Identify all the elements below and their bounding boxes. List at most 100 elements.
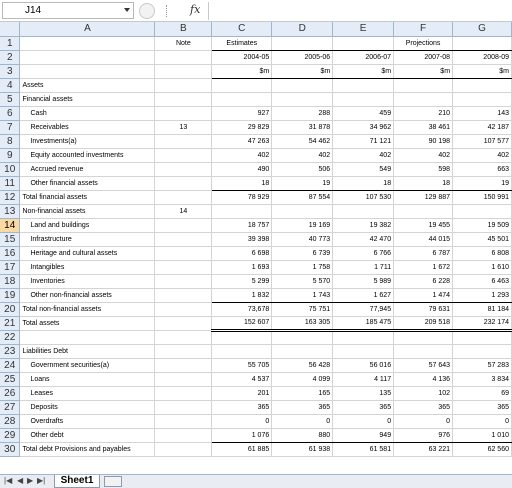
cell-b[interactable] [154, 442, 213, 457]
cell-e[interactable] [332, 78, 395, 93]
cell-g[interactable] [452, 36, 512, 51]
cell-c[interactable]: 47 263 [211, 134, 273, 149]
cell-d[interactable]: 165 [271, 386, 334, 401]
name-box[interactable]: J14 [2, 2, 134, 19]
cell-e[interactable]: 6 766 [332, 246, 395, 261]
cell-b[interactable] [154, 274, 213, 289]
cell-f[interactable]: 102 [393, 386, 454, 401]
cell-c[interactable]: 61 885 [211, 442, 273, 457]
cell-c[interactable] [211, 78, 273, 93]
cell-f[interactable]: 79 631 [393, 302, 454, 317]
cell-f[interactable] [393, 330, 454, 345]
row-header[interactable]: 21 [0, 316, 21, 331]
cell-f[interactable]: 90 198 [393, 134, 454, 149]
cell-c[interactable] [211, 92, 273, 107]
cell-f[interactable]: 6 228 [393, 274, 454, 289]
cell-g[interactable]: 45 501 [452, 232, 512, 247]
cell-a[interactable]: Assets [19, 78, 156, 93]
cell-c[interactable]: 1 693 [211, 260, 273, 275]
cell-f[interactable]: 57 643 [393, 358, 454, 373]
cell-d[interactable]: 402 [271, 148, 334, 163]
cell-b[interactable] [154, 330, 213, 345]
row-header[interactable]: 9 [0, 148, 21, 163]
cell-b[interactable] [154, 400, 213, 415]
row-header[interactable]: 5 [0, 92, 21, 107]
cell-d[interactable]: 880 [271, 428, 334, 443]
cell-e[interactable] [332, 92, 395, 107]
cell-g[interactable] [452, 92, 512, 107]
cell-e[interactable]: 61 581 [332, 442, 395, 457]
cell-c[interactable]: 39 398 [211, 232, 273, 247]
row-header[interactable]: 15 [0, 232, 21, 247]
row-header[interactable]: 6 [0, 106, 21, 121]
cell-g[interactable]: $m [452, 64, 512, 79]
cell-d[interactable]: 54 462 [271, 134, 334, 149]
cell-c[interactable]: 73,678 [211, 302, 273, 317]
cell-b[interactable] [154, 64, 213, 79]
cell-a[interactable]: Other non-financial assets [19, 288, 156, 303]
cell-d[interactable]: 5 570 [271, 274, 334, 289]
cell-f[interactable]: 38 461 [393, 120, 454, 135]
cell-f[interactable]: 1 672 [393, 260, 454, 275]
cell-g[interactable]: 663 [452, 162, 512, 177]
cell-e[interactable]: 135 [332, 386, 395, 401]
cell-a[interactable] [19, 50, 156, 65]
column-header[interactable]: D [271, 22, 334, 37]
cell-g[interactable]: 6 808 [452, 246, 512, 261]
prev-sheet-icon[interactable]: ◀ [17, 476, 23, 485]
cell-e[interactable]: 4 117 [332, 372, 395, 387]
cell-a[interactable]: Equity accounted investments [19, 148, 156, 163]
cell-d[interactable]: 163 305 [271, 316, 334, 332]
cell-f[interactable]: 210 [393, 106, 454, 121]
cell-c[interactable]: 78 929 [211, 190, 273, 205]
cell-b[interactable] [154, 78, 213, 93]
cell-c[interactable] [211, 204, 273, 219]
cell-f[interactable]: Projections [393, 36, 454, 51]
cell-g[interactable] [452, 344, 512, 359]
cell-g[interactable]: 57 283 [452, 358, 512, 373]
last-sheet-icon[interactable]: ▶| [37, 476, 45, 485]
row-header[interactable]: 3 [0, 64, 21, 79]
row-header[interactable]: 19 [0, 288, 21, 303]
row-header[interactable]: 29 [0, 428, 21, 443]
cell-d[interactable]: 31 878 [271, 120, 334, 135]
cell-c[interactable]: 29 829 [211, 120, 273, 135]
cell-b[interactable] [154, 302, 213, 317]
row-header[interactable]: 1 [0, 36, 21, 51]
row-header[interactable]: 8 [0, 134, 21, 149]
cell-g[interactable]: 1 010 [452, 428, 512, 443]
cell-e[interactable]: 5 989 [332, 274, 395, 289]
cell-b[interactable] [154, 288, 213, 303]
cell-d[interactable] [271, 344, 334, 359]
cell-g[interactable]: 19 509 [452, 218, 512, 233]
cell-e[interactable]: 42 470 [332, 232, 395, 247]
cell-c[interactable]: Estimates [211, 36, 273, 51]
cell-g[interactable]: 365 [452, 400, 512, 415]
next-sheet-icon[interactable]: ▶ [27, 476, 33, 485]
cell-c[interactable]: 152 607 [211, 316, 273, 332]
cell-c[interactable]: 490 [211, 162, 273, 177]
cell-e[interactable]: 459 [332, 106, 395, 121]
cell-a[interactable]: Total financial assets [19, 190, 156, 205]
cell-a[interactable]: Receivables [19, 120, 156, 135]
row-header[interactable]: 22 [0, 330, 21, 345]
cell-b[interactable] [154, 260, 213, 275]
cell-c[interactable]: 55 705 [211, 358, 273, 373]
cell-c[interactable]: 18 [211, 176, 273, 191]
cell-d[interactable]: 40 773 [271, 232, 334, 247]
row-header[interactable]: 17 [0, 260, 21, 275]
cell-b[interactable] [154, 50, 213, 65]
chevron-down-icon[interactable] [124, 8, 130, 12]
cell-g[interactable]: 69 [452, 386, 512, 401]
cell-d[interactable] [271, 204, 334, 219]
cell-b[interactable] [154, 134, 213, 149]
cell-d[interactable] [271, 36, 334, 51]
cell-a[interactable]: Other financial assets [19, 176, 156, 191]
cell-d[interactable]: 506 [271, 162, 334, 177]
cell-a[interactable]: Inventories [19, 274, 156, 289]
cell-g[interactable]: 232 174 [452, 316, 512, 332]
select-all-corner[interactable] [0, 22, 21, 37]
cell-a[interactable]: Deposits [19, 400, 156, 415]
cell-g[interactable]: 402 [452, 148, 512, 163]
cell-e[interactable]: 19 382 [332, 218, 395, 233]
